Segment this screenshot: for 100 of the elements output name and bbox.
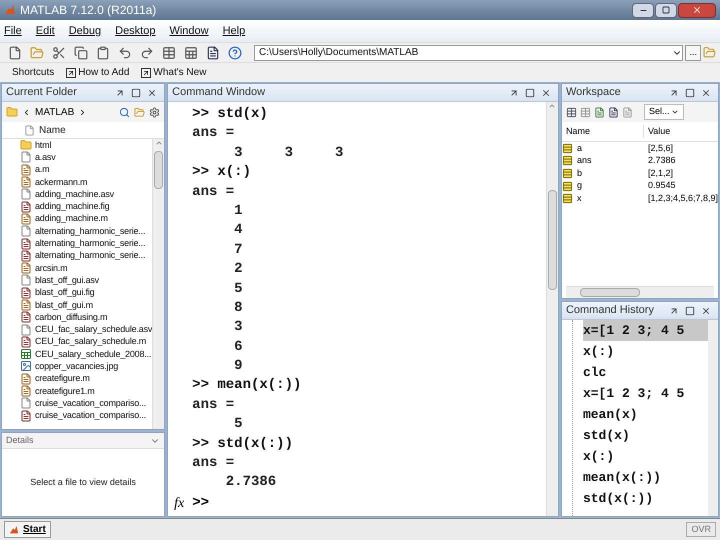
horizontal-scrollbar[interactable] <box>566 286 714 298</box>
undock-icon[interactable] <box>669 306 679 316</box>
figure-file-icon <box>20 238 32 250</box>
file-row[interactable]: adding_machine.fig <box>20 200 152 213</box>
function-icon[interactable]: fx <box>174 492 184 514</box>
variable-row[interactable]: g 0.9545 <box>562 180 718 192</box>
scroll-up-icon[interactable] <box>548 102 556 110</box>
path-field[interactable]: C:\Users\Holly\Documents\MATLAB <box>254 44 684 60</box>
file-row[interactable]: adding_machine.m <box>20 212 152 226</box>
select-dropdown[interactable]: Sel... <box>644 104 684 120</box>
file-row[interactable]: copper_vacancies.jpg <box>20 360 152 373</box>
maximize-icon[interactable] <box>131 88 142 98</box>
maximize-icon[interactable] <box>524 88 535 98</box>
variable-row[interactable]: x [1,2,3;4,5,6;7,8,9] <box>562 192 718 205</box>
undo-icon[interactable] <box>118 46 132 60</box>
menu-item[interactable]: Help <box>222 22 246 40</box>
import-icon[interactable] <box>594 106 605 118</box>
close-icon[interactable] <box>701 88 711 98</box>
new-file-icon[interactable] <box>8 46 22 60</box>
grid-icon[interactable] <box>162 46 176 60</box>
undock-icon[interactable] <box>115 88 126 98</box>
copy-icon[interactable] <box>74 46 88 60</box>
file-row[interactable]: a.m <box>20 164 152 176</box>
settings-icon[interactable] <box>149 106 160 118</box>
file-row[interactable]: CEU_salary_schedule_2008... <box>20 348 152 360</box>
column-header[interactable]: Name <box>562 124 644 138</box>
browse-button[interactable]: ... <box>685 44 701 60</box>
column-header[interactable]: Value <box>644 124 718 138</box>
output-line: ans = <box>192 396 236 415</box>
file-row[interactable]: cruise_vacation_compariso... <box>20 397 152 410</box>
file-row[interactable]: blast_off_gui.asv <box>20 274 152 287</box>
maximize-button[interactable] <box>655 2 677 18</box>
shortcut-link[interactable]: How to Add <box>78 65 130 80</box>
breadcrumb[interactable]: MATLAB <box>35 104 74 120</box>
help-icon[interactable] <box>228 46 242 60</box>
output-line: 9 <box>233 357 244 376</box>
file-row[interactable]: blast_off_gui.m <box>20 298 152 312</box>
close-icon[interactable] <box>540 88 551 98</box>
save-icon[interactable] <box>608 106 619 118</box>
variable-row[interactable]: b [2,1,2] <box>562 167 718 180</box>
file-name: blast_off_gui.m <box>35 300 93 310</box>
cut-icon[interactable] <box>52 46 66 60</box>
column-header[interactable]: Name <box>39 122 66 138</box>
menu-item[interactable]: Edit <box>36 22 55 40</box>
document-icon[interactable] <box>206 46 220 60</box>
file-name: alternating_harmonic_serie... <box>35 251 146 260</box>
scroll-up-icon[interactable] <box>154 139 163 147</box>
file-row[interactable]: createfigure.m <box>20 372 152 385</box>
matlab-logo-icon <box>9 524 19 534</box>
history-entry[interactable]: x=[1 2 3; 4 5 <box>582 320 708 341</box>
search-icon[interactable] <box>119 106 130 118</box>
panel-title: Command History <box>566 303 655 318</box>
menu-item[interactable]: Debug <box>68 22 102 40</box>
file-name: blast_off_gui.asv <box>35 276 99 285</box>
file-row[interactable]: blast_off_gui.fig <box>20 286 152 299</box>
close-icon[interactable] <box>147 88 158 98</box>
new-variable-icon[interactable] <box>566 106 577 118</box>
file-row[interactable]: carbon_diffusing.m <box>20 311 152 324</box>
start-button[interactable]: Start <box>4 521 51 538</box>
scroll-thumb[interactable] <box>580 288 640 297</box>
variable-row[interactable]: ans 2.7386 <box>562 154 718 168</box>
sheet-icon[interactable] <box>184 46 198 60</box>
file-row[interactable]: a.asv <box>20 151 152 164</box>
array-icon <box>562 193 573 204</box>
close-button[interactable] <box>678 2 716 18</box>
close-icon[interactable] <box>701 306 711 316</box>
file-row[interactable]: alternating_harmonic_serie... <box>20 250 152 262</box>
menu-item[interactable]: Desktop <box>115 22 156 40</box>
close-icon <box>692 5 702 15</box>
file-row[interactable]: arcsin.m <box>20 262 152 274</box>
minimize-button[interactable] <box>632 2 654 18</box>
file-row[interactable]: createfigure1.m <box>20 384 152 398</box>
maximize-icon[interactable] <box>685 88 695 98</box>
file-row[interactable]: cruise_vacation_compariso... <box>20 410 152 422</box>
panel-title: Details <box>6 434 35 447</box>
command-line: >> std(x) <box>192 105 269 124</box>
scroll-thumb[interactable] <box>154 151 164 189</box>
file-row[interactable]: html <box>20 139 152 152</box>
variable-row[interactable]: a [2,5,6] <box>562 142 718 155</box>
undock-icon[interactable] <box>669 88 679 98</box>
menu-item[interactable]: Window <box>169 22 209 40</box>
file-row[interactable]: alternating_harmonic_serie... <box>20 237 152 250</box>
redo-icon[interactable] <box>140 46 154 60</box>
shortcut-link[interactable]: Shortcuts <box>12 65 54 80</box>
panel-title: Current Folder <box>6 85 78 100</box>
shortcut-link[interactable]: What's New <box>153 65 206 80</box>
file-name: arcsin.m <box>35 264 68 273</box>
paste-icon[interactable] <box>96 46 110 60</box>
file-row[interactable]: alternating_harmonic_serie... <box>20 225 152 238</box>
file-name: adding_machine.m <box>35 214 108 224</box>
file-row[interactable]: CEU_fac_salary_schedule.m <box>20 336 152 348</box>
file-row[interactable]: CEU_fac_salary_schedule.asv <box>20 323 152 336</box>
file-row[interactable]: adding_machine.asv <box>20 188 152 200</box>
scroll-thumb[interactable] <box>548 190 557 290</box>
maximize-icon[interactable] <box>685 306 695 316</box>
variable-name: x <box>576 192 582 205</box>
file-row[interactable]: ackermann.m <box>20 176 152 188</box>
command-prompt[interactable]: >> <box>192 492 210 514</box>
undock-icon[interactable] <box>508 88 519 98</box>
menu-item[interactable]: File <box>4 22 22 40</box>
